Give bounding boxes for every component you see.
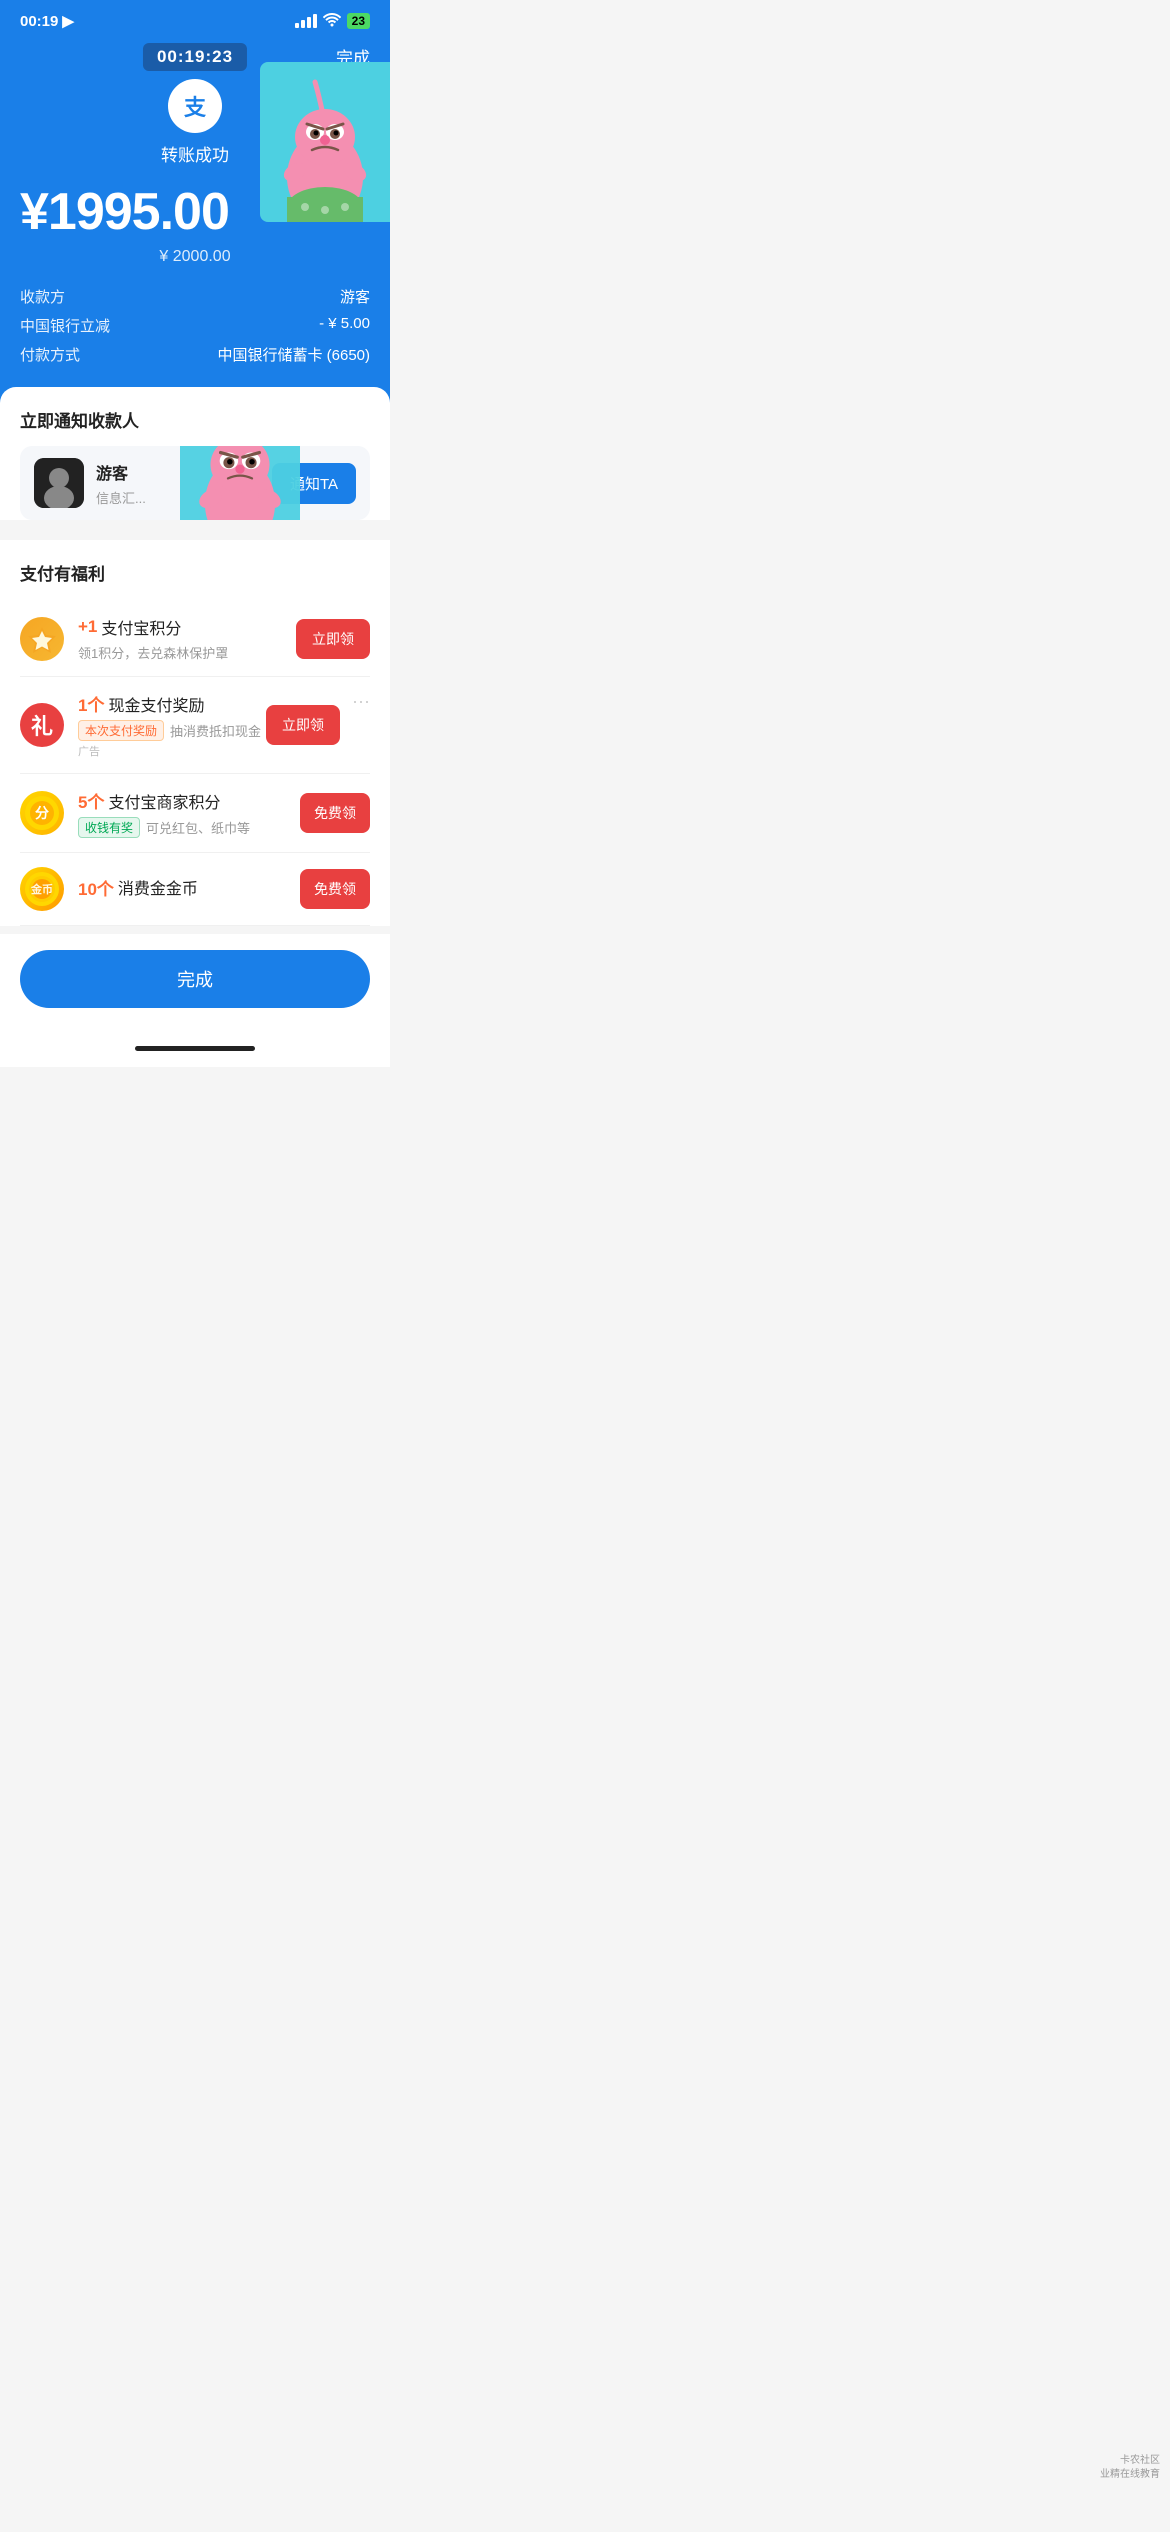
alipay-logo: 支 [168,79,222,133]
benefit-tag-3: 收钱有奖 [78,817,140,838]
contact-avatar-image [34,458,84,508]
home-bar [135,1046,255,1051]
claim-button-2[interactable]: 立即领 [266,705,340,745]
bottom-bar: 完成 [0,934,390,1038]
benefit-tag-2: 本次支付奖励 [78,720,164,741]
notify-title: 立即通知收款人 [20,407,370,432]
merchant-points-icon: 分 [25,796,59,830]
ad-label-2: 广告 [78,743,266,759]
coin-icon: 金币 [25,872,59,906]
patrick-illustration [260,62,390,222]
benefit-num-3: 5个 [78,788,104,813]
receiver-value: 游客 [340,286,370,307]
recipient-avatar-float [260,62,390,222]
status-bar: 00:19 ▶ 23 [0,0,390,38]
benefit-item-2: 礼 1个 现金支付奖励 本次支付奖励 抽消费抵扣现金 广告 立即领 ··· [20,677,370,774]
watermark-line1: 卡农社区 [1100,2454,1160,2468]
benefit-item-1: +1 支付宝积分 领1积分，去兑森林保护罩 立即领 [20,601,370,677]
benefit-label-3: 支付宝商家积分 [108,789,220,813]
more-dots-2[interactable]: ··· [352,691,370,712]
time-display: 00:19 [20,13,58,30]
payment-row: 付款方式 中国银行储蓄卡 (6650) [20,344,370,365]
home-indicator [0,1038,390,1067]
white-section: 立即通知收款人 游客 信息汇... 通知TA [0,387,390,520]
watermark-line2: 业精在线教育 [1100,2468,1160,2482]
claim-button-1[interactable]: 立即领 [296,619,370,659]
claim-button-4[interactable]: 免费领 [300,869,370,909]
benefit-icon-2: 礼 [20,703,64,747]
benefit-num-2: 1个 [78,691,104,716]
payment-value: 中国银行储蓄卡 (6650) [217,344,370,365]
status-right: 23 [295,13,370,30]
benefit-label-4: 消费金金币 [118,875,198,899]
contact-name: 游客 [96,460,272,484]
alipay-points-icon [28,625,56,653]
benefit-icon-3: 分 [20,791,64,835]
svg-text:分: 分 [35,805,49,821]
claim-button-3[interactable]: 免费领 [300,793,370,833]
battery-display: 23 [347,13,370,29]
contact-info: 游客 信息汇... [96,460,272,507]
benefit-sub-2: 本次支付奖励 抽消费抵扣现金 [78,720,266,741]
benefit-content-3: 5个 支付宝商家积分 收钱有奖 可兑红包、纸巾等 [78,788,300,838]
location-icon: ▶ [62,12,74,30]
benefit-num-4: 10个 [78,875,114,900]
discount-row: 中国银行立减 - ¥ 5.00 [20,315,370,336]
watermark: 卡农社区 业精在线教育 [1100,2454,1160,2482]
benefit-content-1: +1 支付宝积分 领1积分，去兑森林保护罩 [78,615,296,662]
signal-icon [295,14,317,28]
alipay-logo-text: 支 [184,90,206,122]
benefit-label-1: 支付宝积分 [101,615,181,639]
discount-label: 中国银行立减 [20,315,110,336]
benefit-sub-1: 领1积分，去兑森林保护罩 [78,643,296,662]
gift-icon: 礼 [31,709,53,741]
contact-sub: 信息汇... [96,488,272,507]
benefit-label-2: 现金支付奖励 [108,692,204,716]
benefit-icon-4: 金币 [20,867,64,911]
contact-card: 游客 信息汇... 通知TA [20,446,370,520]
receiver-label: 收款方 [20,286,65,307]
wifi-icon [323,13,341,30]
benefit-item-3: 分 5个 支付宝商家积分 收钱有奖 可兑红包、纸巾等 免费领 [20,774,370,853]
discount-value: - ¥ 5.00 [319,315,370,332]
payment-label: 付款方式 [20,344,80,365]
benefit-num-1: +1 [78,617,97,637]
receiver-row: 收款方 游客 [20,286,370,307]
contact-avatar [34,458,84,508]
svg-text:金币: 金币 [30,882,53,896]
benefit-sub-3: 收钱有奖 可兑红包、纸巾等 [78,817,300,838]
amount-original: ¥ 2000.00 [20,248,370,266]
benefit-icon-1 [20,617,64,661]
benefits-section: 支付有福利 +1 支付宝积分 领1积分，去兑森林保护罩 立即领 礼 1个 现金支… [0,540,390,926]
benefits-title: 支付有福利 [20,560,370,585]
timer-display: 00:19:23 [157,47,233,66]
notify-button[interactable]: 通知TA [272,463,356,504]
complete-button[interactable]: 完成 [20,950,370,1008]
benefit-content-4: 10个 消费金金币 [78,875,300,904]
blue-section: 支 转账成功 ¥1995.00 ¥ 2000.00 [0,79,390,403]
benefit-content-2: 1个 现金支付奖励 本次支付奖励 抽消费抵扣现金 广告 [78,691,266,759]
status-left: 00:19 ▶ [20,12,74,30]
benefit-item-4: 金币 10个 消费金金币 免费领 [20,853,370,926]
